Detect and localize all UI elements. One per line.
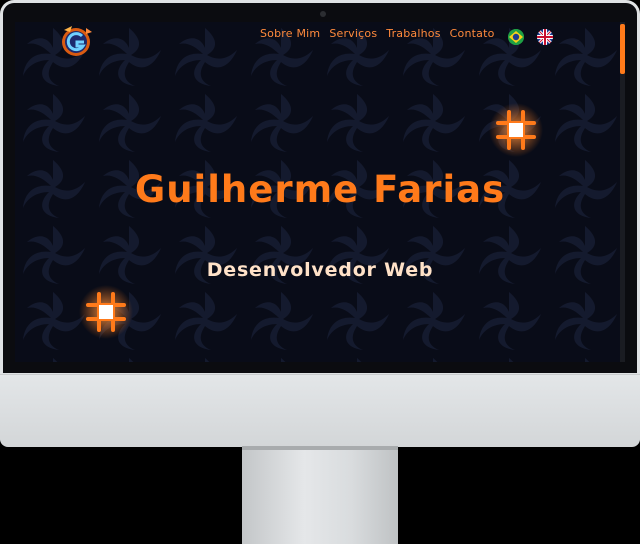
brazil-flag-icon[interactable] — [508, 29, 524, 45]
nav-contato[interactable]: Contato — [450, 27, 495, 40]
hash-glow-icon — [79, 285, 133, 339]
hero-title: Guilherme Farias — [134, 168, 506, 211]
monitor-chin — [0, 374, 640, 447]
monitor-stand — [242, 446, 398, 544]
hash-glow-icon — [489, 103, 543, 157]
nav-trabalhos[interactable]: Trabalhos — [386, 27, 440, 40]
nav-servicos[interactable]: Serviços — [329, 27, 377, 40]
hero-subtitle: Desenvolvedor Web — [206, 259, 434, 281]
stand-shadow — [242, 446, 398, 450]
g-logo-icon[interactable] — [58, 22, 94, 60]
nav-sobre-mim[interactable]: Sobre Mim — [260, 27, 320, 40]
scrollbar-thumb[interactable] — [620, 24, 625, 74]
uk-flag-icon[interactable] — [537, 29, 553, 45]
camera-icon — [320, 11, 326, 17]
main-nav: Sobre Mim Serviços Trabalhos Contato — [260, 27, 495, 40]
